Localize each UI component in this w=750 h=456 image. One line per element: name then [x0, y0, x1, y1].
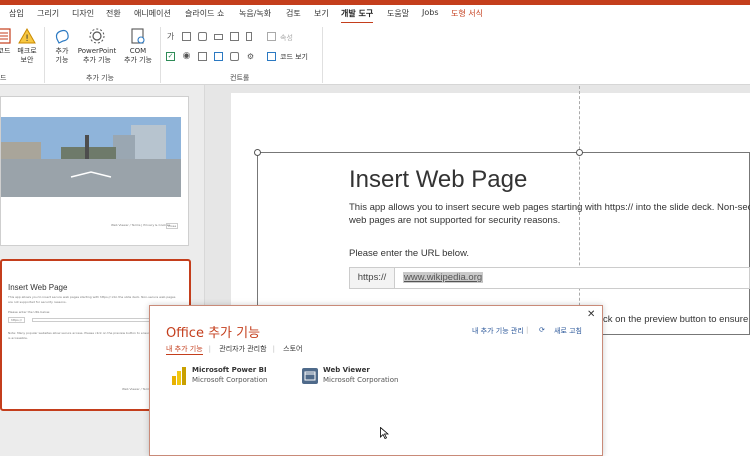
tab-insert[interactable]: 삽입: [9, 8, 24, 19]
thumb2-prefix: https://: [8, 317, 25, 323]
web-viewer-icon: [302, 368, 318, 384]
tab-draw[interactable]: 그리기: [37, 8, 59, 19]
dialog-tabs: 내 추가 기능 | 관리자가 관리함 | 스토어: [166, 344, 308, 355]
slide-description: This app allows you to insert secure web…: [349, 202, 750, 226]
properties-label: 속성: [280, 34, 293, 42]
com-addins-button[interactable]: COM 추가 기능: [120, 27, 156, 65]
addins-label: 추가 기능: [55, 47, 69, 64]
addins-button[interactable]: 추가 기능: [50, 27, 74, 65]
tab-store[interactable]: 스토어: [283, 345, 302, 353]
tab-help[interactable]: 도움말: [387, 8, 409, 19]
link-separator: |: [526, 326, 529, 334]
tab-separator: |: [208, 345, 212, 353]
checkbox-control-icon[interactable]: ✓: [166, 52, 175, 61]
macro-security-label: 매크로 보안: [17, 47, 37, 64]
slide-thumbnail-1[interactable]: Web Viewer / Terms | Privacy & Cookies C…: [0, 96, 189, 246]
controls-group-label: 컨트롤: [230, 74, 250, 82]
button-control-icon[interactable]: [214, 34, 223, 40]
spin-control-icon[interactable]: [198, 32, 207, 41]
ppt-addins-button[interactable]: PowerPoint 추가 기능: [76, 27, 118, 65]
properties-icon: [267, 32, 276, 41]
com-addins-icon: [131, 28, 145, 44]
resize-handle[interactable]: [254, 149, 261, 156]
ribbon-separator: [322, 27, 323, 83]
tab-jobs[interactable]: Jobs: [422, 8, 439, 17]
tab-review[interactable]: 검토: [286, 8, 301, 19]
refresh-link[interactable]: 새로 고침: [554, 326, 582, 336]
more-controls-icon[interactable]: ⚙: [246, 52, 255, 61]
tab-slideshow[interactable]: 슬라이드 쇼: [185, 8, 224, 19]
addin-name: Web Viewer: [323, 366, 370, 374]
macro-button[interactable]: 코드: [0, 27, 12, 56]
thumb2-line2: are not supported for security reasons.: [8, 300, 67, 304]
option-control-icon[interactable]: ◉: [182, 52, 191, 61]
thumb2-line3: Please enter the URL below.: [8, 310, 50, 314]
warning-icon: !: [18, 27, 36, 44]
view-code-button[interactable]: 코드 보기: [280, 52, 308, 62]
thumb2-line5: is accessible.: [8, 336, 28, 340]
tab-view[interactable]: 보기: [314, 8, 329, 19]
thumb2-title: Insert Web Page: [8, 283, 68, 292]
ribbon: 코드 ! 매크로 보안 드 추가 기능 PowerPoint 추가 기능 COM…: [0, 23, 750, 85]
office-addins-dialog: Office 추가 기능 ✕ 내 추가 기능 관리 | ⟳ 새로 고침 내 추가…: [149, 305, 603, 456]
tab-record[interactable]: 녹음/녹화: [239, 8, 271, 19]
ribbon-separator: [160, 27, 161, 83]
addin-publisher: Microsoft Corporation: [323, 376, 399, 384]
tab-my-addins[interactable]: 내 추가 기능: [166, 345, 203, 355]
tab-animations[interactable]: 애니메이션: [134, 8, 171, 19]
note-text-partial: ck on the preview button to ensure the: [603, 314, 750, 325]
addin-web-viewer[interactable]: Web Viewer Microsoft Corporation: [302, 366, 412, 388]
url-input[interactable]: www.wikipedia.org: [394, 267, 750, 289]
toggle-control-icon[interactable]: [230, 52, 239, 61]
addin-name: Microsoft Power BI: [192, 366, 267, 374]
ppt-addins-label: PowerPoint 추가 기능: [77, 47, 117, 64]
image-control-icon[interactable]: [230, 32, 239, 41]
tab-transitions[interactable]: 전환: [106, 8, 121, 19]
view-code-icon: [267, 52, 276, 61]
addin-publisher: Microsoft Corporation: [192, 376, 268, 384]
refresh-icon[interactable]: ⟳: [539, 326, 545, 334]
thumb2-line4: Note: Many popular websites allow secure…: [8, 331, 173, 335]
tab-design[interactable]: 디자인: [72, 8, 94, 19]
resize-handle[interactable]: [576, 149, 583, 156]
label-control-icon[interactable]: 가: [166, 32, 175, 41]
macro-label: 코드: [0, 47, 11, 55]
manage-addins-link[interactable]: 내 추가 기능 관리: [472, 326, 524, 336]
gear-icon: [89, 28, 105, 44]
textbox-control-icon[interactable]: [182, 32, 191, 41]
slide-heading: Insert Web Page: [349, 166, 528, 193]
macro-icon: [0, 28, 11, 44]
ribbon-tabs: 삽입 그리기 디자인 전환 애니메이션 슬라이드 쇼 녹음/녹화 검토 보기 개…: [0, 5, 750, 24]
com-addins-label: COM 추가 기능: [124, 47, 152, 64]
svg-text:!: !: [25, 34, 29, 44]
code-group-label: 드: [0, 74, 7, 82]
thumb1-caption: Web Viewer / Terms | Privacy & Cookies: [111, 223, 171, 227]
dialog-title: Office 추가 기능: [166, 326, 261, 341]
addin-power-bi[interactable]: Microsoft Power BI Microsoft Corporation: [171, 366, 281, 388]
addins-group-label: 추가 기능: [86, 74, 114, 82]
close-icon[interactable]: ✕: [587, 309, 595, 320]
url-input-value: www.wikipedia.org: [403, 272, 484, 283]
tab-admin-managed[interactable]: 관리자가 관리함: [219, 345, 266, 353]
url-prompt: Please enter the URL below.: [349, 248, 470, 259]
scrollbar-control-icon[interactable]: [246, 32, 252, 41]
power-bi-icon: [172, 367, 186, 385]
ribbon-separator: [44, 27, 45, 83]
listbox-control-icon[interactable]: [198, 52, 207, 61]
macro-security-button[interactable]: ! 매크로 보안: [14, 27, 40, 65]
combobox-control-icon[interactable]: [214, 52, 223, 61]
tab-developer[interactable]: 개발 도구: [341, 8, 374, 24]
mouse-cursor-icon: [380, 427, 389, 439]
addins-icon: [55, 29, 69, 44]
tab-shape-format[interactable]: 도형 서식: [451, 8, 483, 19]
thumb2-line1: This app allows you to insert secure web…: [8, 295, 176, 299]
tab-separator: |: [272, 345, 275, 353]
street-photo: [1, 117, 181, 197]
url-prefix: https://: [349, 267, 395, 289]
thumb1-close-button: Close: [166, 223, 179, 229]
